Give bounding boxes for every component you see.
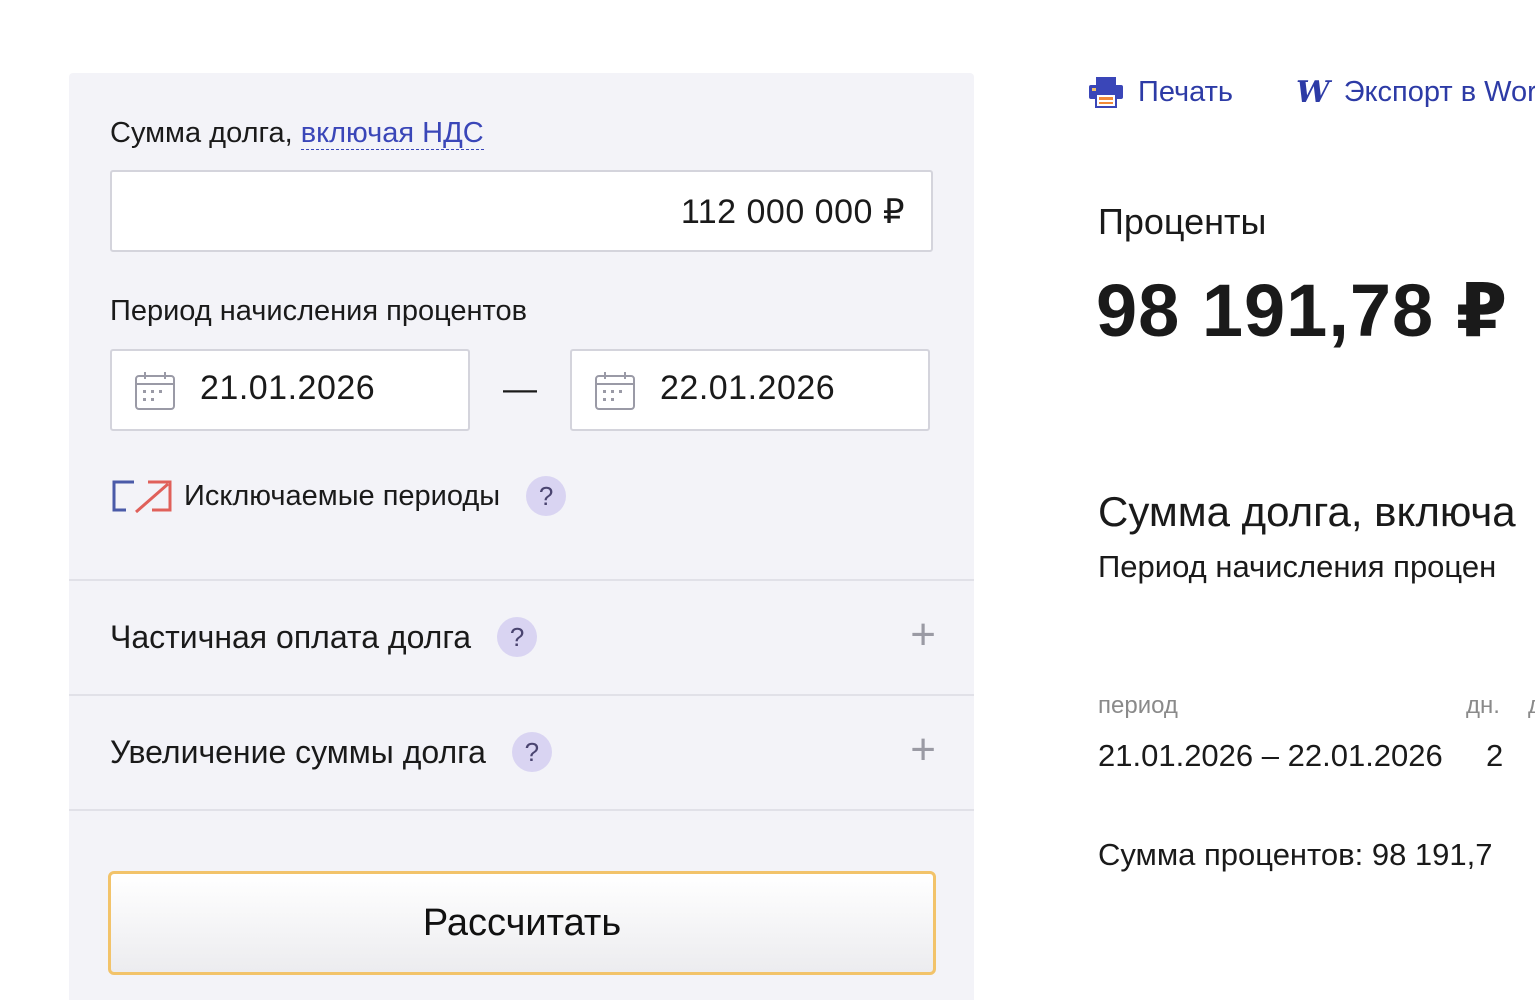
results-heading: Проценты [1098, 201, 1267, 242]
help-icon[interactable]: ? [511, 732, 552, 772]
date-from-value[interactable]: 21.01.2026 [200, 369, 375, 408]
interest-period-label: Период начисления процентов [110, 295, 527, 327]
excluded-periods-label[interactable]: Исключаемые периоды [184, 480, 500, 513]
export-word-button[interactable]: W Экспорт в Wor [1296, 72, 1535, 112]
debt-increase-section[interactable]: Увеличение суммы долга ? + [69, 696, 974, 810]
table-cell-period: 21.01.2026 – 22.01.2026 [1098, 738, 1443, 773]
column-header-period: период [1098, 692, 1178, 719]
debt-amount-label-text: Сумма долга, [110, 117, 301, 149]
help-icon[interactable]: ? [497, 617, 538, 657]
calculate-button[interactable]: Рассчитать [108, 871, 936, 975]
export-word-label[interactable]: Экспорт в Wor [1344, 76, 1535, 109]
word-icon[interactable]: W [1296, 75, 1330, 110]
excluded-periods-toggle[interactable]: Исключаемые периоды ? [110, 473, 567, 519]
debt-amount-label: Сумма долга, включая НДС [110, 117, 484, 150]
calculation-form: Сумма долга, включая НДС 112 000 000 ₽ П… [69, 73, 974, 1000]
exclude-periods-icon[interactable] [110, 478, 174, 514]
calculator-page: Сумма долга, включая НДС 112 000 000 ₽ П… [0, 0, 1535, 1000]
debt-amount-input[interactable]: 112 000 000 ₽ [110, 170, 933, 252]
date-to-value[interactable]: 22.01.2026 [660, 369, 835, 408]
vat-included-link[interactable]: включая НДС [300, 117, 484, 150]
section-divider [69, 809, 974, 811]
plus-icon[interactable]: + [910, 728, 936, 772]
interest-total-line: Сумма процентов: 98 191,7 [1098, 837, 1493, 872]
column-header-rate: д [1528, 692, 1535, 720]
calendar-icon[interactable] [594, 370, 636, 412]
print-button[interactable]: Печать [1088, 72, 1233, 112]
print-label[interactable]: Печать [1138, 76, 1233, 109]
partial-payment-title[interactable]: Частичная оплата долга [110, 619, 471, 656]
table-cell-days: 2 [1486, 738, 1504, 773]
calendar-icon[interactable] [134, 370, 176, 412]
date-range-separator: — [503, 370, 537, 408]
date-to-field[interactable]: 22.01.2026 [570, 349, 930, 431]
help-icon[interactable]: ? [526, 476, 567, 516]
debt-amount-value[interactable]: 112 000 000 ₽ [681, 192, 905, 232]
partial-payment-section[interactable]: Частичная оплата долга ? + [69, 581, 974, 695]
result-period-line: Период начисления процен [1098, 549, 1497, 584]
plus-icon[interactable]: + [910, 613, 936, 657]
result-debt-line: Сумма долга, включа [1098, 488, 1516, 535]
column-header-days: дн. [1466, 692, 1500, 719]
interest-amount: 98 191,78 ₽ [1096, 269, 1509, 352]
debt-increase-title[interactable]: Увеличение суммы долга [110, 734, 486, 771]
date-from-field[interactable]: 21.01.2026 [110, 349, 470, 431]
printer-icon[interactable] [1088, 76, 1124, 108]
